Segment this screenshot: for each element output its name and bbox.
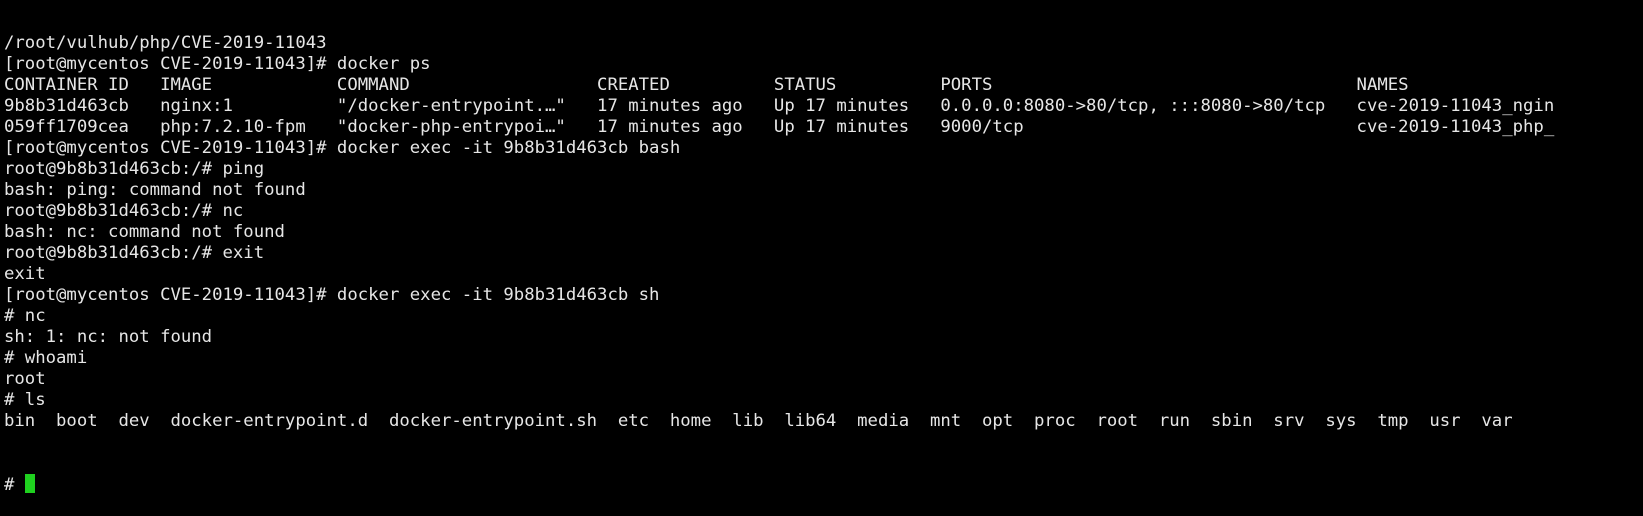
terminal-line: # ls: [4, 390, 46, 410]
terminal-line: CONTAINER ID IMAGE COMMAND CREATED STATU…: [4, 75, 1409, 95]
terminal-line: 059ff1709cea php:7.2.10-fpm "docker-php-…: [4, 117, 1555, 137]
terminal-line: exit: [4, 264, 46, 284]
terminal-line: sh: 1: nc: not found: [4, 327, 213, 347]
terminal-lines: /root/vulhub/php/CVE-2019-11043 [root@myc…: [4, 33, 1643, 432]
terminal-line: root@9b8b31d463cb:/# ping: [4, 159, 265, 179]
terminal-line: [root@mycentos CVE-2019-11043]# docker p…: [4, 54, 431, 74]
terminal-line: # nc: [4, 306, 46, 326]
terminal-line: /root/vulhub/php/CVE-2019-11043: [4, 33, 327, 53]
terminal-output[interactable]: /root/vulhub/php/CVE-2019-11043 [root@myc…: [4, 0, 1643, 516]
terminal-line: root@9b8b31d463cb:/# nc: [4, 201, 244, 221]
terminal-line: [root@mycentos CVE-2019-11043]# docker e…: [4, 138, 681, 158]
shell-prompt: #: [4, 475, 25, 495]
terminal-line: bin boot dev docker-entrypoint.d docker-…: [4, 411, 1513, 431]
terminal-line: bash: ping: command not found: [4, 180, 306, 200]
terminal-line: root@9b8b31d463cb:/# exit: [4, 243, 265, 263]
terminal-line: 9b8b31d463cb nginx:1 "/docker-entrypoint…: [4, 96, 1555, 116]
terminal-line: # whoami: [4, 348, 88, 368]
text-cursor: [24, 474, 35, 493]
terminal-line: [root@mycentos CVE-2019-11043]# docker e…: [4, 285, 660, 305]
terminal-input-line[interactable]: #: [4, 474, 1643, 495]
terminal-line: root: [4, 369, 46, 389]
terminal-line: bash: nc: command not found: [4, 222, 285, 242]
